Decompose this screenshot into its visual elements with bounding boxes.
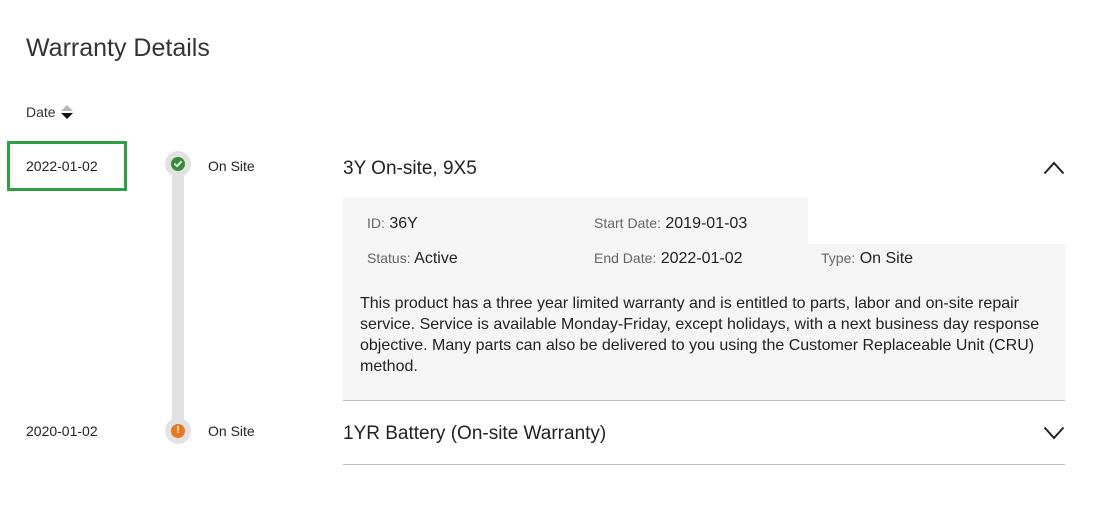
status-label: Status: xyxy=(367,250,411,266)
sort-descending-icon xyxy=(60,113,73,119)
date-sort-header[interactable]: Date xyxy=(26,104,73,120)
timeline-track xyxy=(172,163,184,431)
page-title: Warranty Details xyxy=(26,34,210,62)
date-column-label: Date xyxy=(26,104,56,120)
warranty-type-label: On Site xyxy=(208,423,255,439)
id-label: ID: xyxy=(367,215,385,231)
end-date-label: End Date: xyxy=(594,250,657,266)
warranty-accordion-header[interactable]: 3Y On-site, 9X5 xyxy=(343,158,477,180)
status-field: Status: Active xyxy=(367,250,458,268)
sort-icon[interactable] xyxy=(60,105,73,119)
start-date-label: Start Date: xyxy=(594,215,661,231)
chevron-down-icon[interactable] xyxy=(1043,426,1065,440)
start-date-field: Start Date: 2019-01-03 xyxy=(594,215,747,233)
warranty-date: 2022-01-02 xyxy=(26,158,98,174)
warranty-type-label: On Site xyxy=(208,158,255,174)
warranty-description: This product has a three year limited wa… xyxy=(360,295,1040,375)
timeline-status-dot: ! xyxy=(165,418,191,444)
timeline-status-dot xyxy=(165,151,191,177)
id-value: 36Y xyxy=(389,215,418,232)
warranty-accordion-header[interactable]: 1YR Battery (On-site Warranty) xyxy=(343,423,606,445)
type-value: On Site xyxy=(859,250,914,267)
sort-ascending-icon xyxy=(60,105,73,111)
warranty-date: 2020-01-02 xyxy=(26,423,98,439)
id-field: ID: 36Y xyxy=(367,215,418,233)
type-label: Type: xyxy=(821,250,856,266)
end-date-value: 2022-01-02 xyxy=(660,250,743,267)
check-icon xyxy=(171,157,185,171)
status-value: Active xyxy=(414,250,458,267)
divider xyxy=(343,400,1065,401)
divider xyxy=(343,464,1065,465)
type-field: Type: On Site xyxy=(821,250,913,268)
exclamation-icon: ! xyxy=(171,424,185,438)
end-date-field: End Date: 2022-01-02 xyxy=(594,250,743,268)
start-date-value: 2019-01-03 xyxy=(665,215,748,232)
chevron-up-icon[interactable] xyxy=(1043,161,1065,175)
